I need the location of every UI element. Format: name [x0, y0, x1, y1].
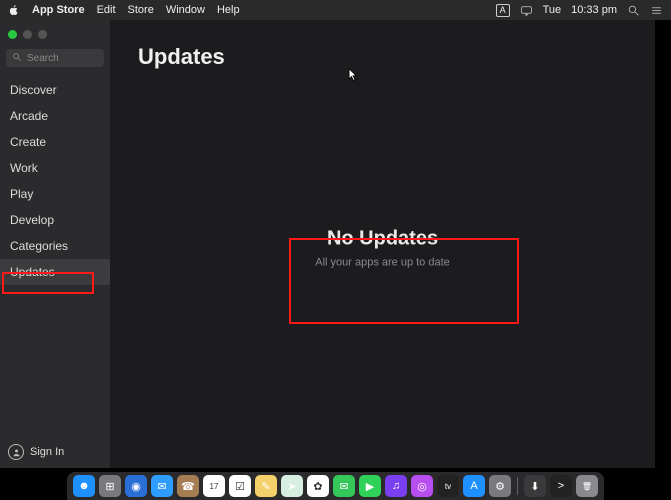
menu-edit[interactable]: Edit: [97, 4, 116, 16]
dock-item-maps[interactable]: ➤: [281, 475, 303, 497]
sidebar-item-label: Develop: [10, 213, 54, 227]
user-icon: [8, 444, 24, 460]
apple-menu[interactable]: [8, 4, 20, 16]
sidebar-item-label: Play: [10, 187, 33, 201]
dock-item-podcasts[interactable]: ◎: [411, 475, 433, 497]
signin-label: Sign In: [30, 446, 64, 458]
sidebar-item-develop[interactable]: Develop: [0, 207, 110, 233]
dock-item-downloads[interactable]: ⬇: [524, 475, 546, 497]
menubar-app-name[interactable]: App Store: [32, 4, 85, 16]
dock-item-photos[interactable]: ✿: [307, 475, 329, 497]
sidebar-item-label: Updates: [10, 265, 55, 279]
content-area: Updates No Updates All your apps are up …: [110, 20, 655, 468]
dock-item-safari[interactable]: ◉: [125, 475, 147, 497]
status-day[interactable]: Tue: [543, 4, 562, 16]
dock-item-calendar[interactable]: 17: [203, 475, 225, 497]
empty-state-title: No Updates: [315, 228, 450, 251]
search-placeholder: Search: [27, 53, 59, 64]
search-input[interactable]: Search: [6, 49, 104, 67]
menu-store[interactable]: Store: [128, 4, 154, 16]
menubar: App Store Edit Store Window Help A Tue 1…: [0, 0, 671, 20]
signin-button[interactable]: Sign In: [8, 444, 64, 460]
sidebar-item-updates[interactable]: Updates: [0, 259, 110, 285]
sidebar: Search Discover Arcade Create Work Play …: [0, 20, 110, 468]
empty-state-subtitle: All your apps are up to date: [315, 257, 450, 269]
dock-item-mail[interactable]: ✉: [151, 475, 173, 497]
dock-item-trash[interactable]: 🗑: [576, 475, 598, 497]
dock-item-music[interactable]: ♫: [385, 475, 407, 497]
menu-window[interactable]: Window: [166, 4, 205, 16]
dock-item-terminal[interactable]: >: [550, 475, 572, 497]
sidebar-item-categories[interactable]: Categories: [0, 233, 110, 259]
dock-item-contacts[interactable]: ☎: [177, 475, 199, 497]
dock-item-messages[interactable]: ✉: [333, 475, 355, 497]
close-traffic-light[interactable]: [8, 30, 17, 39]
sidebar-item-label: Categories: [10, 239, 68, 253]
sidebar-item-discover[interactable]: Discover: [0, 77, 110, 103]
dock-item-reminders[interactable]: ☑: [229, 475, 251, 497]
sidebar-item-play[interactable]: Play: [0, 181, 110, 207]
screen-mirroring-icon[interactable]: [520, 4, 533, 17]
page-title: Updates: [138, 44, 627, 70]
minimize-traffic-light[interactable]: [23, 30, 32, 39]
dock-item-facetime[interactable]: ▶: [359, 475, 381, 497]
spotlight-icon[interactable]: [627, 4, 640, 17]
zoom-traffic-light[interactable]: [38, 30, 47, 39]
window-controls[interactable]: [0, 26, 110, 45]
dock-item-notes[interactable]: ✎: [255, 475, 277, 497]
menu-help[interactable]: Help: [217, 4, 240, 16]
sidebar-item-create[interactable]: Create: [0, 129, 110, 155]
input-source-indicator[interactable]: A: [496, 4, 510, 17]
dock-separator: [517, 477, 518, 495]
sidebar-item-arcade[interactable]: Arcade: [0, 103, 110, 129]
dock-item-tv[interactable]: tv: [437, 475, 459, 497]
dock: ☻⊞◉✉☎17☑✎➤✿✉▶♫◎tvA⚙⬇>🗑: [0, 468, 671, 500]
sidebar-item-label: Work: [10, 161, 38, 175]
sidebar-item-label: Discover: [10, 83, 57, 97]
sidebar-item-work[interactable]: Work: [0, 155, 110, 181]
empty-state: No Updates All your apps are up to date: [315, 228, 450, 269]
appstore-window: Search Discover Arcade Create Work Play …: [0, 20, 655, 468]
dock-item-launchpad[interactable]: ⊞: [99, 475, 121, 497]
dock-item-appstore[interactable]: A: [463, 475, 485, 497]
sidebar-items: Discover Arcade Create Work Play Develop…: [0, 77, 110, 285]
dock-item-finder[interactable]: ☻: [73, 475, 95, 497]
control-center-icon[interactable]: [650, 4, 663, 17]
status-time[interactable]: 10:33 pm: [571, 4, 617, 16]
sidebar-item-label: Create: [10, 135, 46, 149]
dock-item-settings[interactable]: ⚙: [489, 475, 511, 497]
sidebar-item-label: Arcade: [10, 109, 48, 123]
search-icon: [12, 49, 22, 67]
